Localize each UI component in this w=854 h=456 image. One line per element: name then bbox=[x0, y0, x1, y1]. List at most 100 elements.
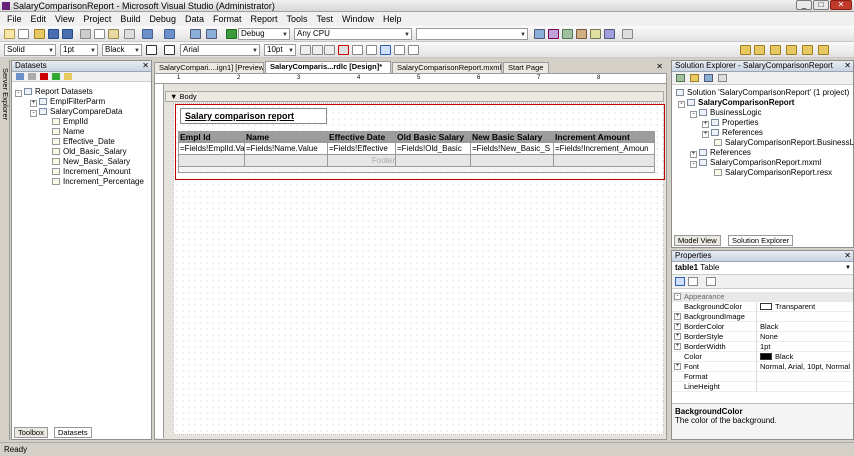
tab-mxml[interactable]: SalaryComparisonReport.mxml* bbox=[392, 62, 502, 73]
tab-start-page[interactable]: Start Page bbox=[503, 62, 549, 73]
property-row[interactable]: + BackgroundImage bbox=[672, 312, 853, 322]
underline-icon[interactable] bbox=[324, 45, 335, 55]
header-cell[interactable]: Increment Amount bbox=[554, 131, 655, 143]
solution-explorer-tab[interactable]: Solution Explorer bbox=[728, 235, 794, 246]
find-in-files-icon[interactable] bbox=[534, 29, 545, 39]
alphabetical-icon[interactable] bbox=[688, 277, 698, 286]
close-button[interactable]: ✕ bbox=[830, 0, 852, 10]
start-page-icon[interactable] bbox=[604, 29, 615, 39]
table-bottom-row[interactable] bbox=[178, 167, 655, 173]
navigate-back-icon[interactable] bbox=[190, 29, 201, 39]
server-explorer-strip[interactable]: Server Explorer bbox=[0, 60, 10, 440]
table-detail-row[interactable]: =Fields!EmplId.Va =Fields!Name.Value =Fi… bbox=[178, 143, 655, 155]
object-selector[interactable]: table1 Table ▼ bbox=[672, 262, 853, 275]
font-color-icon[interactable] bbox=[338, 45, 349, 55]
property-row[interactable]: BackgroundColor Transparent bbox=[672, 302, 853, 312]
save-icon[interactable] bbox=[48, 29, 59, 39]
body-section-label[interactable]: ▼ Body bbox=[165, 91, 664, 102]
property-row[interactable]: + Font Normal, Arial, 10pt, Normal bbox=[672, 362, 853, 372]
property-row[interactable]: LineHeight bbox=[672, 382, 853, 392]
paste-icon[interactable] bbox=[108, 29, 119, 39]
menu-tools[interactable]: Tools bbox=[284, 14, 314, 24]
menu-build[interactable]: Build bbox=[117, 14, 146, 24]
maximize-button[interactable]: □ bbox=[813, 0, 829, 10]
header-cell[interactable]: Effective Date bbox=[328, 131, 396, 143]
show-all-files-icon[interactable] bbox=[64, 73, 72, 80]
property-row[interactable]: + BorderColor Black bbox=[672, 322, 853, 332]
category-row[interactable]: - Appearance bbox=[672, 292, 853, 302]
tree-item[interactable]: - SalaryComparisonReport.mxml bbox=[690, 158, 821, 168]
footer-label[interactable]: Footer bbox=[328, 155, 396, 167]
tab-design[interactable]: SalaryComparis...rdlc [Design]* bbox=[265, 61, 391, 73]
model-view-tab[interactable]: Model View bbox=[674, 235, 721, 246]
align-top-icon[interactable] bbox=[408, 45, 419, 55]
property-row[interactable]: + BorderWidth 1pt bbox=[672, 342, 853, 352]
tree-item[interactable]: + EmplFilterParm bbox=[30, 97, 105, 107]
close-icon[interactable]: ✕ bbox=[844, 251, 851, 261]
edit-dataset-icon[interactable] bbox=[28, 73, 36, 80]
detail-cell[interactable]: =Fields!Increment_Amoun bbox=[554, 143, 655, 155]
table-header-row[interactable]: Empl Id Name Effective Date Old Basic Sa… bbox=[178, 131, 655, 143]
refresh-icon[interactable] bbox=[52, 73, 60, 80]
refresh-icon[interactable] bbox=[704, 74, 713, 82]
open-folder-icon[interactable] bbox=[34, 29, 45, 39]
new-dataset-icon[interactable] bbox=[16, 73, 24, 80]
minimize-button[interactable]: _ bbox=[796, 0, 812, 10]
datasets-tab[interactable]: Datasets bbox=[54, 427, 92, 438]
footer-cell[interactable] bbox=[471, 155, 554, 167]
toolbar-options-icon[interactable] bbox=[622, 29, 633, 39]
table-footer-row[interactable]: Footer bbox=[178, 155, 655, 167]
property-row[interactable]: Format bbox=[672, 372, 853, 382]
solution-explorer-icon[interactable] bbox=[548, 29, 559, 39]
menu-view[interactable]: View bbox=[52, 14, 80, 24]
header-cell[interactable]: Name bbox=[245, 131, 328, 143]
make-same-size-icon[interactable] bbox=[770, 45, 781, 55]
menu-test[interactable]: Test bbox=[314, 14, 340, 24]
align-centers-icon[interactable] bbox=[754, 45, 765, 55]
detail-cell[interactable]: =Fields!EmplId.Va bbox=[178, 143, 245, 155]
tree-item[interactable]: + References bbox=[690, 148, 751, 158]
find-select[interactable]: ▼ bbox=[416, 28, 528, 40]
align-lefts-icon[interactable] bbox=[740, 45, 751, 55]
header-cell[interactable]: New Basic Salary bbox=[471, 131, 554, 143]
column-divider[interactable] bbox=[756, 302, 757, 392]
menu-help[interactable]: Help bbox=[380, 14, 408, 24]
menu-report[interactable]: Report bbox=[247, 14, 283, 24]
delete-dataset-icon[interactable] bbox=[40, 73, 48, 80]
bring-to-front-icon[interactable] bbox=[786, 45, 797, 55]
field-item[interactable]: New_Basic_Salary bbox=[52, 157, 130, 167]
footer-cell[interactable] bbox=[396, 155, 471, 167]
detail-cell[interactable]: =Fields!New_Basic_S bbox=[471, 143, 554, 155]
solution-configuration-select[interactable]: Debug ▼ bbox=[238, 28, 290, 40]
menu-data[interactable]: Data bbox=[182, 14, 210, 24]
tab-preview[interactable]: SalaryCompari....ign1] [Preview] bbox=[154, 62, 264, 73]
copy-icon[interactable] bbox=[94, 29, 105, 39]
view-code-icon[interactable] bbox=[718, 74, 727, 82]
field-item[interactable]: Effective_Date bbox=[52, 137, 115, 147]
report-title-textbox[interactable]: Salary comparison report bbox=[180, 108, 327, 124]
redo-icon[interactable] bbox=[164, 29, 175, 39]
categorized-icon[interactable] bbox=[675, 277, 685, 286]
menu-file[interactable]: File bbox=[4, 14, 28, 24]
background-color-icon[interactable] bbox=[164, 45, 175, 55]
font-size-select[interactable]: 10pt ▼ bbox=[264, 44, 296, 56]
font-family-select[interactable]: Arial ▼ bbox=[180, 44, 260, 56]
border-style-select[interactable]: Solid ▼ bbox=[4, 44, 56, 56]
align-left-icon[interactable] bbox=[352, 45, 363, 55]
properties-icon[interactable] bbox=[676, 74, 685, 82]
footer-cell[interactable] bbox=[554, 155, 655, 167]
save-all-icon[interactable] bbox=[62, 29, 73, 39]
bold-icon[interactable] bbox=[300, 45, 311, 55]
start-debugging-icon[interactable] bbox=[226, 29, 237, 39]
border-width-select[interactable]: 1pt ▼ bbox=[60, 44, 98, 56]
property-row[interactable]: Color Black bbox=[672, 352, 853, 362]
tree-root[interactable]: - Report Datasets bbox=[15, 87, 93, 97]
add-item-icon[interactable] bbox=[18, 29, 29, 39]
detail-cell[interactable]: =Fields!Effective bbox=[328, 143, 396, 155]
solution-node[interactable]: Solution 'SalaryComparisonReport' (1 pro… bbox=[676, 88, 849, 98]
menu-window[interactable]: Window bbox=[339, 14, 380, 24]
project-node[interactable]: - SalaryComparisonReport bbox=[678, 98, 794, 108]
field-item[interactable]: Increment_Amount bbox=[52, 167, 131, 177]
send-to-back-icon[interactable] bbox=[802, 45, 813, 55]
detail-cell[interactable]: =Fields!Old_Basic bbox=[396, 143, 471, 155]
